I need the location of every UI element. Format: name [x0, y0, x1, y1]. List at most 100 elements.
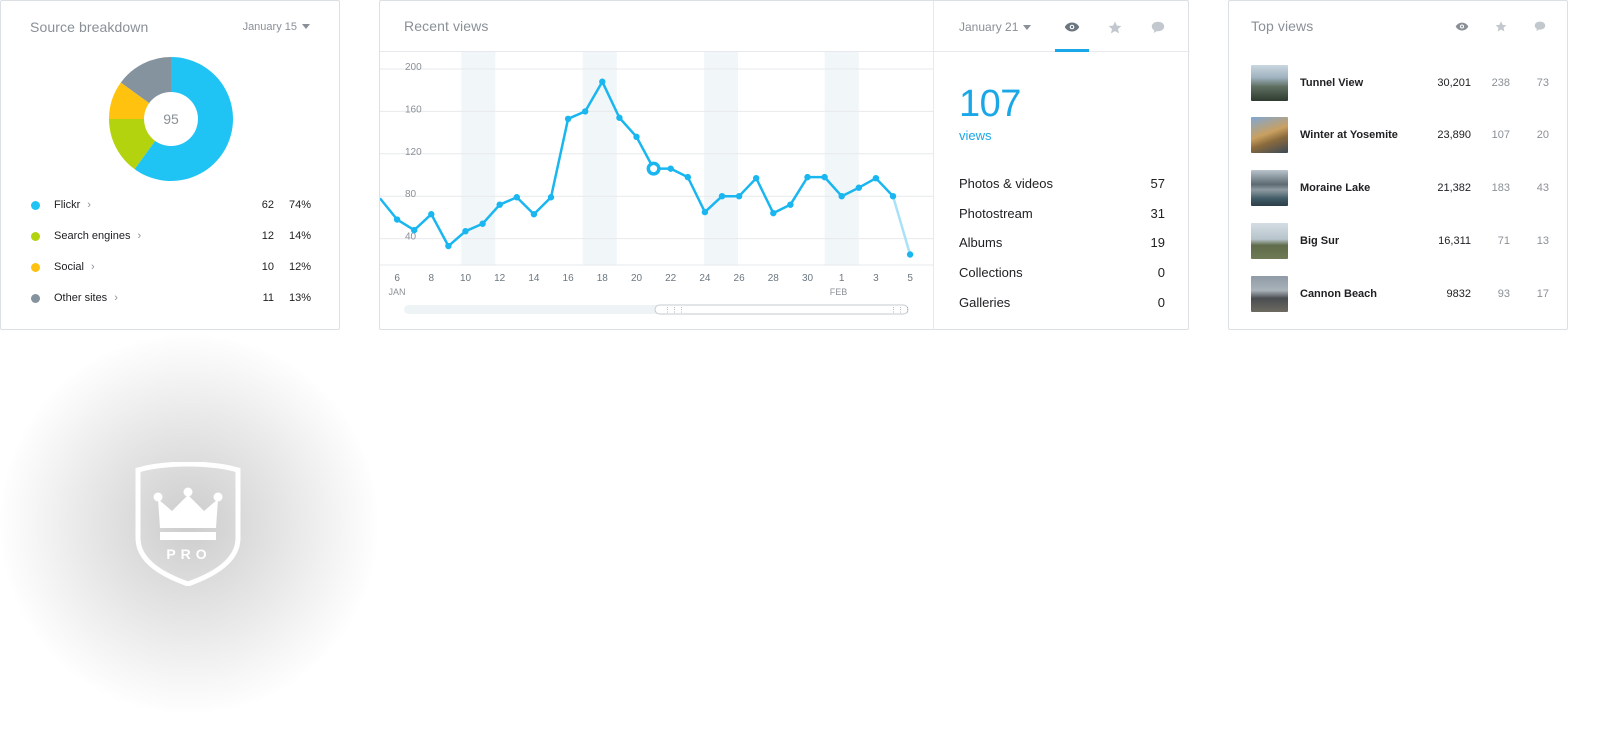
data-point[interactable] [838, 193, 845, 200]
data-point[interactable] [770, 209, 777, 217]
data-point[interactable] [906, 251, 914, 258]
highlighted-point-center [650, 165, 658, 173]
total-views-label: views [959, 128, 992, 143]
data-point[interactable] [513, 194, 520, 201]
recent-date-label: January 21 [959, 20, 1019, 34]
stat-row-galleries[interactable]: Galleries 0 [959, 292, 1165, 312]
source-item-label: Other sites [54, 292, 108, 304]
source-donut-chart: 95 [109, 57, 233, 181]
photo-row-winter-at-yosemite[interactable]: Winter at Yosemite 23,890 107 20 [1251, 117, 1549, 153]
data-point[interactable] [684, 173, 691, 181]
stat-row-photos-videos[interactable]: Photos & videos 57 [959, 173, 1165, 193]
handle-grip-right-icon[interactable]: ⋮⋮⋮ [890, 307, 911, 314]
photo-title[interactable]: Cannon Beach [1300, 288, 1549, 300]
photo-title[interactable]: Winter at Yosemite [1300, 129, 1549, 141]
data-point[interactable] [821, 173, 828, 181]
recent-views-chart: 200 160 120 80 40 6 8 10 12 14 16 18 20 22 24 26 28 30 1 3… [380, 51, 933, 330]
source-item-label: Search engines [54, 230, 131, 242]
data-point[interactable] [411, 226, 418, 234]
sort-by-views[interactable] [1453, 18, 1471, 34]
stat-label: Albums [959, 234, 1003, 250]
photo-comments: 43 [1536, 182, 1549, 194]
eye-icon [1064, 22, 1080, 32]
photo-faves: 71 [1497, 235, 1510, 247]
data-point[interactable] [701, 208, 709, 216]
data-point[interactable] [753, 174, 760, 182]
source-breakdown-card: Source breakdown January 15 95 Flickr › … [0, 0, 340, 330]
source-item-count: 11 [262, 292, 274, 304]
source-date-dropdown[interactable]: January 15 [243, 21, 310, 33]
source-item-other-sites[interactable]: Other sites › 11 13% [31, 288, 311, 308]
data-point[interactable] [582, 108, 589, 115]
data-point[interactable] [393, 216, 401, 223]
sort-by-faves[interactable] [1492, 18, 1510, 34]
data-point[interactable] [667, 165, 674, 172]
sort-by-comments[interactable] [1531, 18, 1549, 34]
data-point[interactable] [889, 193, 897, 200]
donut-total-label: 95 [163, 111, 179, 127]
data-point[interactable] [599, 78, 606, 85]
y-tick-label: 120 [405, 147, 422, 158]
photo-row-cannon-beach[interactable]: Cannon Beach 9832 93 17 [1251, 276, 1549, 312]
source-item-social[interactable]: Social › 10 12% [31, 257, 311, 277]
photo-views: 30,201 [1437, 77, 1471, 89]
data-point[interactable] [718, 193, 726, 200]
photo-thumbnail[interactable] [1251, 65, 1288, 101]
source-item-flickr[interactable]: Flickr › 62 74% [31, 195, 311, 215]
photo-title[interactable]: Moraine Lake [1300, 182, 1549, 194]
data-point[interactable] [872, 174, 880, 182]
data-point[interactable] [547, 194, 555, 201]
social-dot [31, 262, 40, 272]
stat-row-albums[interactable]: Albums 19 [959, 232, 1165, 252]
data-point[interactable] [787, 201, 794, 208]
photo-thumbnail[interactable] [1251, 223, 1288, 259]
data-point[interactable] [855, 184, 862, 191]
photo-thumbnail[interactable] [1251, 117, 1288, 153]
photo-title[interactable]: Tunnel View [1300, 77, 1549, 89]
x-tick-label: 22 [665, 273, 677, 284]
other-sites-dot [31, 293, 40, 303]
source-item-percent: 13% [288, 292, 311, 304]
recent-date-dropdown[interactable]: January 21 [959, 20, 1032, 34]
tab-comments[interactable] [1141, 17, 1175, 37]
photo-row-tunnel-view[interactable]: Tunnel View 30,201 238 73 [1251, 65, 1549, 101]
timeline-scrollbar-handle[interactable] [654, 304, 909, 315]
photo-title[interactable]: Big Sur [1300, 235, 1549, 247]
data-point[interactable] [804, 173, 811, 181]
source-item-label: Flickr [54, 199, 81, 211]
handle-grip-left-icon[interactable]: ⋮⋮⋮ [664, 307, 685, 314]
chevron-down-icon [1023, 25, 1032, 30]
source-item-count: 10 [261, 261, 274, 273]
pro-badge-label: PRO [166, 546, 211, 562]
stat-row-photostream[interactable]: Photostream 31 [959, 203, 1165, 223]
photo-thumbnail[interactable] [1251, 170, 1288, 206]
month-label-feb: FEB [830, 287, 848, 297]
photo-row-moraine-lake[interactable]: Moraine Lake 21,382 183 43 [1251, 170, 1549, 206]
photo-thumbnail[interactable] [1251, 276, 1288, 312]
x-tick-label: 6 [394, 273, 400, 284]
data-point[interactable] [496, 201, 503, 208]
data-point[interactable] [633, 133, 640, 141]
photo-views: 9832 [1446, 288, 1471, 300]
data-point[interactable] [564, 115, 572, 123]
data-point[interactable] [428, 211, 435, 218]
recent-views-card: Recent views 200 160 120 80 40 6 8 10 12 14 16 18 2… [379, 0, 1190, 330]
tab-views[interactable] [1055, 17, 1089, 37]
x-tick-label: 30 [802, 273, 814, 284]
source-item-percent: 12% [288, 261, 311, 273]
tab-faves[interactable] [1098, 17, 1132, 37]
data-point[interactable] [479, 220, 486, 227]
data-point[interactable] [462, 227, 469, 235]
x-tick-label: 18 [597, 273, 609, 284]
stat-row-collections[interactable]: Collections 0 [959, 262, 1165, 282]
data-point[interactable] [445, 242, 452, 250]
comment-icon [1151, 21, 1165, 33]
data-point[interactable] [530, 211, 538, 218]
y-tick-label: 80 [405, 189, 417, 200]
x-tick-label: 20 [631, 273, 643, 284]
photo-row-big-sur[interactable]: Big Sur 16,311 71 13 [1251, 223, 1549, 259]
data-point[interactable] [735, 193, 743, 200]
photo-views: 16,311 [1438, 235, 1471, 247]
source-item-search-engines[interactable]: Search engines › 12 14% [31, 226, 311, 246]
data-point[interactable] [616, 114, 623, 121]
